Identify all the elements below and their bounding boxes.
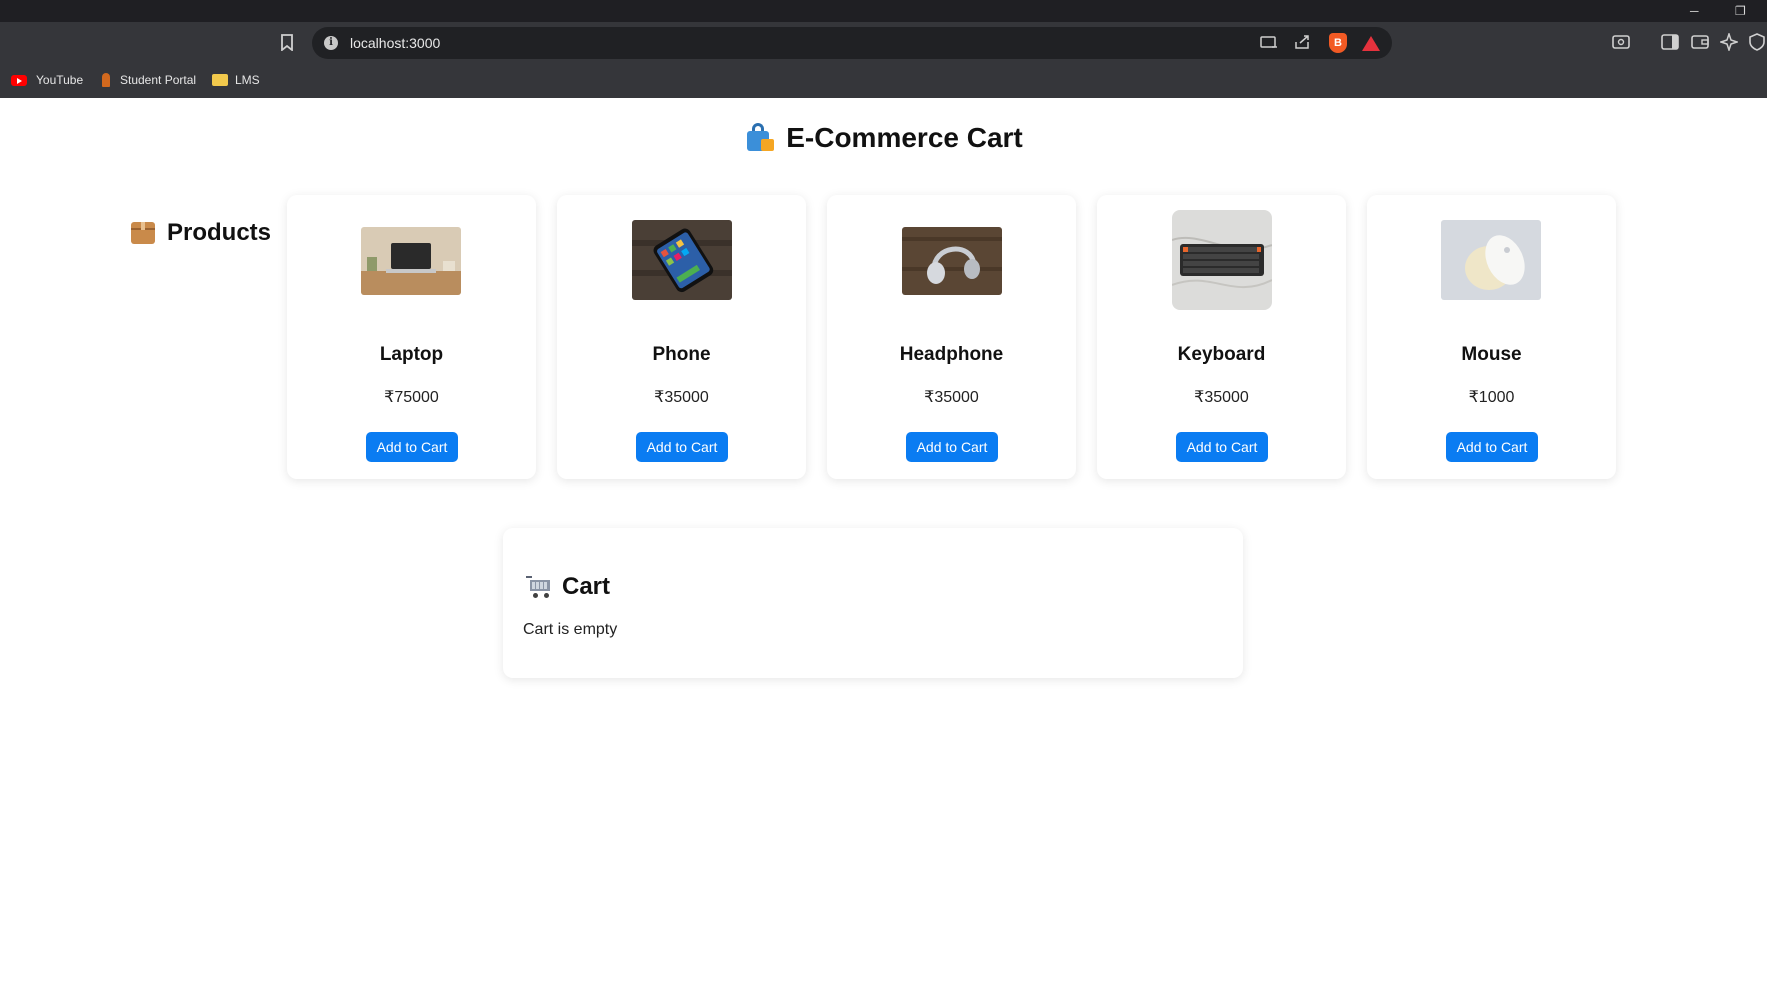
- bookmark-icon[interactable]: [280, 34, 294, 56]
- url-text[interactable]: localhost:3000: [350, 35, 440, 51]
- site-info-icon[interactable]: i: [324, 36, 338, 50]
- product-card-headphone: Headphone ₹35000 Add to Cart: [827, 195, 1076, 479]
- student-portal-icon: [102, 73, 110, 87]
- shopping-cart-icon: [526, 576, 552, 598]
- product-name: Headphone: [899, 344, 1004, 365]
- page-title: E-Commerce Cart: [0, 120, 1767, 156]
- product-name: Laptop: [379, 344, 444, 365]
- cast-icon[interactable]: [1260, 34, 1278, 54]
- product-name: Phone: [652, 344, 711, 365]
- share-icon[interactable]: [1294, 34, 1312, 54]
- package-icon: [131, 222, 155, 244]
- browser-titlebar: ─ ❐: [0, 0, 1767, 22]
- cart-empty-message: Cart is empty: [523, 621, 618, 638]
- add-to-cart-button[interactable]: Add to Cart: [636, 432, 728, 462]
- cart-panel: Cart Cart is empty: [503, 528, 1243, 678]
- product-price: ₹75000: [384, 389, 439, 406]
- bookmark-label: YouTube: [36, 73, 84, 87]
- bookmark-label: Student Portal: [120, 73, 197, 87]
- bookmark-lms[interactable]: LMS: [212, 70, 260, 90]
- shopping-bags-icon: [744, 123, 775, 151]
- vpn-shield-icon[interactable]: [1749, 33, 1765, 56]
- minimize-icon[interactable]: ─: [1690, 4, 1699, 18]
- screenshot-icon[interactable]: [1612, 34, 1630, 55]
- product-card-mouse: Mouse ₹1000 Add to Cart: [1367, 195, 1616, 479]
- phone-photo: [632, 220, 732, 300]
- bookmark-label: LMS: [235, 73, 260, 87]
- product-price: ₹1000: [1468, 389, 1515, 406]
- product-card-laptop: Laptop ₹75000 Add to Cart: [287, 195, 536, 479]
- product-name: Mouse: [1461, 344, 1522, 365]
- address-bar[interactable]: i localhost:3000 B: [312, 27, 1392, 59]
- wallet-icon[interactable]: [1691, 34, 1709, 55]
- product-price: ₹35000: [924, 389, 979, 406]
- product-name: Keyboard: [1177, 344, 1266, 365]
- product-price: ₹35000: [654, 389, 709, 406]
- add-to-cart-button[interactable]: Add to Cart: [1446, 432, 1538, 462]
- product-card-phone: Phone ₹35000 Add to Cart: [557, 195, 806, 479]
- bookmark-student-portal[interactable]: Student Portal: [102, 70, 196, 90]
- headphone-photo: [902, 227, 1002, 295]
- cart-heading: Cart: [526, 573, 610, 601]
- add-to-cart-button[interactable]: Add to Cart: [906, 432, 998, 462]
- page-title-text: E-Commerce Cart: [786, 122, 1023, 153]
- mouse-photo: [1441, 220, 1541, 300]
- products-heading-text: Products: [167, 219, 272, 246]
- bookmark-youtube[interactable]: YouTube: [11, 70, 83, 90]
- bookmarks-bar: [0, 64, 1767, 98]
- product-price: ₹35000: [1194, 389, 1249, 406]
- youtube-icon: [11, 74, 27, 86]
- add-to-cart-button[interactable]: Add to Cart: [1176, 432, 1268, 462]
- laptop-photo: [361, 227, 461, 295]
- brave-shields-icon[interactable]: B: [1329, 33, 1347, 53]
- sidebar-icon[interactable]: [1661, 34, 1679, 55]
- keyboard-photo: [1172, 210, 1272, 310]
- cart-heading-text: Cart: [562, 573, 611, 600]
- brave-rewards-icon[interactable]: [1362, 36, 1380, 51]
- add-to-cart-button[interactable]: Add to Cart: [366, 432, 458, 462]
- restore-icon[interactable]: ❐: [1735, 4, 1746, 18]
- folder-icon: [212, 74, 228, 86]
- products-heading: Products: [131, 219, 271, 247]
- product-card-keyboard: Keyboard ₹35000 Add to Cart: [1097, 195, 1346, 479]
- leo-ai-icon[interactable]: [1718, 31, 1740, 56]
